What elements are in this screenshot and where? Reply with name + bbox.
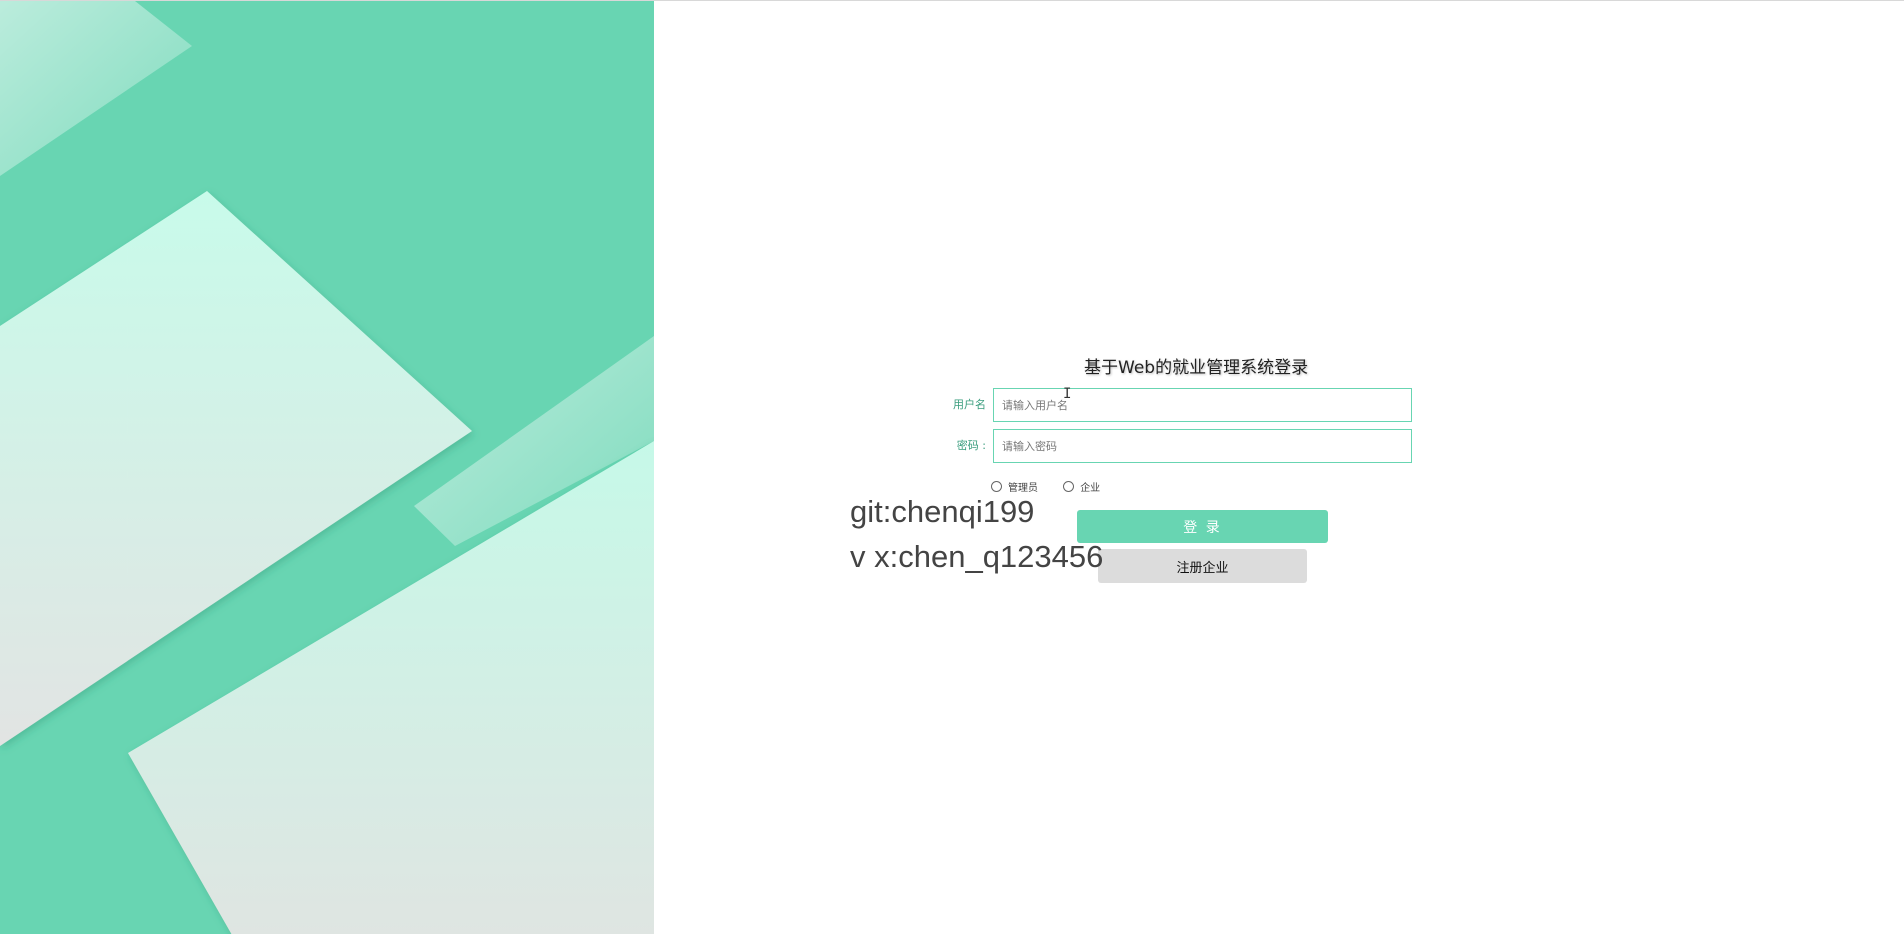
watermark-text: git:chenqi199 v x:chen_q123456 <box>850 489 1103 579</box>
watermark-line-git: git:chenqi199 <box>850 494 1035 529</box>
login-page: 基于Web的就业管理系统登录 用户名 密码 : 管理员 企业 登 录 注册企业 … <box>0 0 1904 934</box>
decorative-shapes <box>0 1 654 934</box>
password-input[interactable] <box>993 429 1412 463</box>
username-input[interactable] <box>993 388 1412 422</box>
register-company-button[interactable]: 注册企业 <box>1098 549 1307 583</box>
login-title: 基于Web的就业管理系统登录 <box>1084 358 1309 378</box>
decorative-background-panel <box>0 1 654 934</box>
login-button[interactable]: 登 录 <box>1077 510 1328 543</box>
username-row: 用户名 <box>940 388 1412 422</box>
text-cursor-icon: I <box>1063 386 1072 402</box>
password-row: 密码 : <box>940 429 1412 463</box>
shard-top-left <box>0 1 192 176</box>
watermark-line-contact: v x:chen_q123456 <box>850 539 1104 574</box>
password-label: 密码 : <box>956 439 986 452</box>
username-label: 用户名 <box>953 398 986 411</box>
